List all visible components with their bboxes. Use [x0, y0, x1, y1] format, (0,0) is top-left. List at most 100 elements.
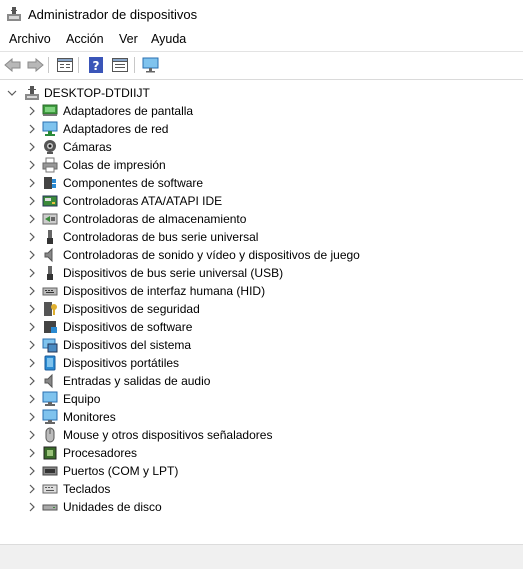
chevron-right-icon[interactable] [26, 429, 38, 441]
chevron-right-icon[interactable] [26, 375, 38, 387]
tree-item-label: Adaptadores de pantalla [63, 104, 194, 118]
ide-controller-icon [42, 195, 58, 207]
back-button[interactable] [3, 55, 23, 75]
chevron-right-icon[interactable] [26, 249, 38, 261]
show-hide-button[interactable] [110, 55, 130, 75]
tree-item[interactable]: Componentes de software [0, 174, 523, 192]
keyboard-icon [42, 484, 58, 494]
chevron-right-icon[interactable] [26, 447, 38, 459]
device-category-list: Adaptadores de pantalla Adaptadores de re… [0, 102, 523, 516]
tree-item[interactable]: Dispositivos de software [0, 318, 523, 336]
chevron-right-icon[interactable] [26, 501, 38, 513]
title-bar: Administrador de dispositivos [0, 0, 523, 28]
tree-item[interactable]: Cámaras [0, 138, 523, 156]
network-adapter-icon [42, 121, 58, 136]
tree-item-label: Entradas y salidas de audio [63, 374, 211, 388]
tree-item[interactable]: Controladoras de bus serie universal [0, 228, 523, 246]
chevron-right-icon[interactable] [26, 213, 38, 225]
tree-item[interactable]: Dispositivos de seguridad [0, 300, 523, 318]
menu-ver[interactable]: Ver [117, 32, 140, 46]
chevron-right-icon[interactable] [26, 123, 38, 135]
chevron-right-icon[interactable] [26, 465, 38, 477]
chevron-right-icon[interactable] [26, 411, 38, 423]
tree-item[interactable]: Entradas y salidas de audio [0, 372, 523, 390]
portable-device-icon [44, 355, 56, 371]
camera-icon [44, 140, 56, 154]
tree-item[interactable]: Dispositivos portátiles [0, 354, 523, 372]
tree-item[interactable]: Adaptadores de red [0, 120, 523, 138]
tree-item[interactable]: Procesadores [0, 444, 523, 462]
tree-item-label: Cámaras [63, 140, 112, 154]
tree-item-label: Controladoras de sonido y vídeo y dispos… [63, 248, 360, 262]
tree-item[interactable]: Controladoras de sonido y vídeo y dispos… [0, 246, 523, 264]
chevron-right-icon[interactable] [26, 303, 38, 315]
tree-root[interactable]: DESKTOP-DTDIIJT [0, 84, 523, 102]
chevron-right-icon[interactable] [26, 141, 38, 153]
forward-button[interactable] [25, 55, 45, 75]
tree-item-label: Procesadores [63, 446, 138, 460]
tree-item[interactable]: Dispositivos de bus serie universal (USB… [0, 264, 523, 282]
chevron-right-icon[interactable] [26, 339, 38, 351]
tree-item-label: Dispositivos de bus serie universal (USB… [63, 266, 284, 280]
chevron-right-icon[interactable] [26, 267, 38, 279]
sound-icon [44, 247, 53, 263]
menu-ayuda[interactable]: Ayuda [149, 32, 188, 46]
tree-item-label: Dispositivos de software [63, 320, 193, 334]
tree-item[interactable]: Teclados [0, 480, 523, 498]
tree-item[interactable]: Colas de impresión [0, 156, 523, 174]
help-button[interactable]: ? [86, 55, 106, 75]
usb-controller-icon [47, 230, 53, 244]
display-adapter-icon [42, 104, 58, 116]
chevron-right-icon[interactable] [26, 195, 38, 207]
chevron-down-icon[interactable] [6, 87, 18, 99]
chevron-right-icon[interactable] [26, 177, 38, 189]
printer-icon [42, 157, 58, 173]
svg-text:?: ? [93, 59, 100, 73]
tree-item[interactable]: Monitores [0, 408, 523, 426]
software-component-icon [44, 177, 56, 189]
chevron-right-icon[interactable] [26, 321, 38, 333]
tree-item[interactable]: Mouse y otros dispositivos señaladores [0, 426, 523, 444]
tree-item-label: Monitores [63, 410, 116, 424]
tree-item[interactable]: Dispositivos de interfaz humana (HID) [0, 282, 523, 300]
tree-item[interactable]: Adaptadores de pantalla [0, 102, 523, 120]
menu-archivo[interactable]: Archivo [7, 32, 53, 46]
chevron-right-icon[interactable] [26, 483, 38, 495]
tree-item-label: Dispositivos del sistema [63, 338, 192, 352]
tree-item[interactable]: Dispositivos del sistema [0, 336, 523, 354]
tree-item[interactable]: Unidades de disco [0, 498, 523, 516]
software-device-icon [44, 321, 57, 333]
device-tree: DESKTOP-DTDIIJT Adaptadores de pantalla A… [0, 79, 523, 544]
tree-item-label: Controladoras ATA/ATAPI IDE [63, 194, 223, 208]
tree-item[interactable]: Puertos (COM y LPT) [0, 462, 523, 480]
toolbar-separator [78, 57, 79, 73]
audio-io-icon [44, 373, 53, 389]
chevron-right-icon[interactable] [26, 231, 38, 243]
disk-drive-icon [42, 504, 58, 511]
menu-bar: Archivo Acción Ver Ayuda [0, 30, 523, 50]
tree-item[interactable]: Equipo [0, 390, 523, 408]
help-icon: ? [89, 57, 103, 73]
chevron-right-icon[interactable] [26, 393, 38, 405]
tree-item-label: Mouse y otros dispositivos señaladores [63, 428, 273, 442]
computer-icon [25, 86, 39, 100]
tree-item-label: Componentes de software [63, 176, 204, 190]
tree-item[interactable]: Controladoras ATA/ATAPI IDE [0, 192, 523, 210]
tree-item-label: Unidades de disco [63, 500, 162, 514]
computer-name: DESKTOP-DTDIIJT [44, 86, 150, 100]
menu-accion[interactable]: Acción [64, 32, 106, 46]
chevron-right-icon[interactable] [26, 357, 38, 369]
tree-item-label: Puertos (COM y LPT) [63, 464, 179, 478]
scan-hardware-button[interactable] [141, 55, 161, 75]
chevron-right-icon[interactable] [26, 285, 38, 297]
back-icon [4, 58, 21, 72]
show-hide-icon [112, 58, 128, 72]
tree-item-label: Colas de impresión [63, 158, 166, 172]
properties-button[interactable] [55, 55, 75, 75]
tree-item[interactable]: Controladoras de almacenamiento [0, 210, 523, 228]
chevron-right-icon[interactable] [26, 159, 38, 171]
tree-item-label: Equipo [63, 392, 101, 406]
tree-item-label: Teclados [63, 482, 111, 496]
chevron-right-icon[interactable] [26, 105, 38, 117]
device-manager-icon [7, 7, 21, 21]
